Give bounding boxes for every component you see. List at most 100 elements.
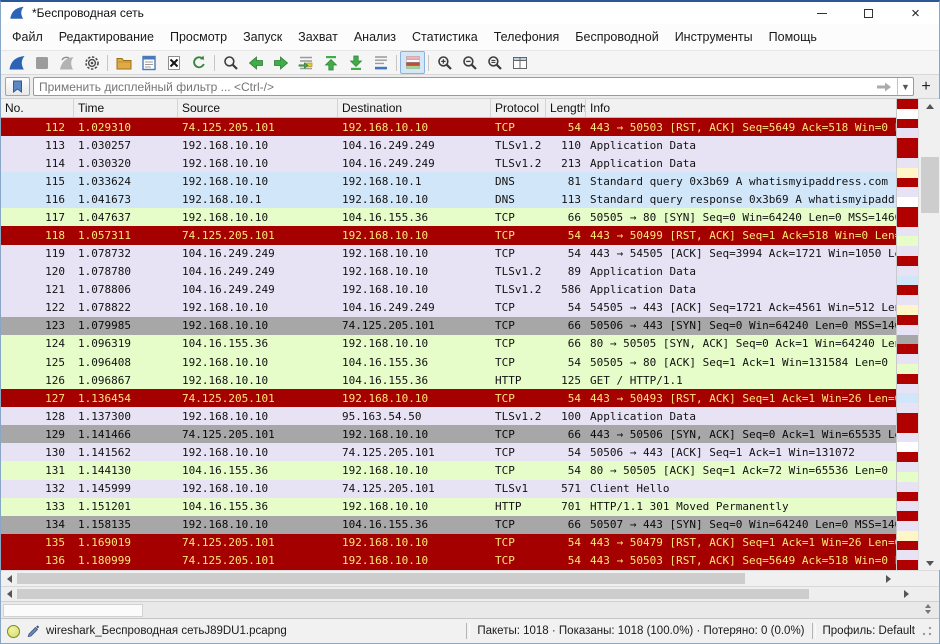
go-forward-button[interactable] (268, 51, 293, 74)
menu-tools[interactable]: Инструменты (667, 26, 761, 48)
menu-wireless[interactable]: Беспроводной (567, 26, 666, 48)
minimize-button[interactable] (798, 2, 845, 24)
packet-row[interactable]: 1241.096319104.16.155.36192.168.10.10TCP… (1, 335, 896, 353)
close-icon: × (911, 6, 920, 21)
packet-row[interactable]: 1321.145999192.168.10.1074.125.205.101TL… (1, 480, 896, 498)
restart-capture-button[interactable] (54, 51, 79, 74)
column-header-protocol[interactable]: Protocol (491, 99, 546, 117)
packet-row[interactable]: 1301.141562192.168.10.1074.125.205.101TC… (1, 443, 896, 461)
menu-capture[interactable]: Захват (290, 26, 346, 48)
resize-columns-button[interactable] (507, 51, 532, 74)
packet-row[interactable]: 1251.096408192.168.10.10104.16.155.36TCP… (1, 353, 896, 371)
horizontal-scrollbar-2[interactable] (1, 586, 939, 601)
horizontal-scroll-thumb-1[interactable] (17, 573, 745, 584)
packet-row[interactable]: 1281.137300192.168.10.1095.163.54.50TLSv… (1, 407, 896, 425)
go-to-packet-button[interactable] (293, 51, 318, 74)
packet-row[interactable]: 1121.02931074.125.205.101192.168.10.10TC… (1, 118, 896, 136)
horizontal-scroll-thumb-2[interactable] (17, 589, 809, 599)
menu-analyze[interactable]: Анализ (346, 26, 404, 48)
scroll-up-button[interactable] (919, 99, 940, 113)
go-back-button[interactable] (243, 51, 268, 74)
packet-row[interactable]: 1221.078822192.168.10.10104.16.249.249TC… (1, 299, 896, 317)
cell-dst: 104.16.155.36 (338, 356, 491, 369)
packet-row[interactable]: 1231.079985192.168.10.1074.125.205.101TC… (1, 317, 896, 335)
column-header-source[interactable]: Source (178, 99, 338, 117)
display-filter-input[interactable] (34, 80, 871, 94)
find-packet-button[interactable] (218, 51, 243, 74)
cell-no: 135 (1, 536, 74, 549)
minimap-stripe (897, 384, 918, 394)
cell-no: 125 (1, 356, 74, 369)
packet-row[interactable]: 1311.144130104.16.155.36192.168.10.10TCP… (1, 461, 896, 479)
colorize-button[interactable] (400, 51, 425, 74)
menu-view[interactable]: Просмотр (162, 26, 235, 48)
maximize-button[interactable] (845, 2, 892, 24)
cell-info: Application Data (586, 283, 896, 296)
column-header-info[interactable]: Info (586, 99, 896, 117)
packet-row[interactable]: 1291.14146674.125.205.101192.168.10.10TC… (1, 425, 896, 443)
scroll-left-button-2[interactable] (1, 587, 17, 601)
menu-statistics[interactable]: Статистика (404, 26, 486, 48)
start-capture-button[interactable] (4, 51, 29, 74)
capture-file-name[interactable]: wireshark_Беспроводная сетьJ89DU1.pcapng (46, 625, 287, 637)
packet-row[interactable]: 1191.078732104.16.249.249192.168.10.10TC… (1, 245, 896, 263)
zoom-normal-button[interactable] (482, 51, 507, 74)
expert-info-icon[interactable] (7, 625, 20, 638)
column-header-length[interactable]: Length (546, 99, 586, 117)
scroll-left-button[interactable] (1, 571, 17, 586)
packet-row[interactable]: 1141.030320192.168.10.10104.16.249.249TL… (1, 154, 896, 172)
packet-table-header: No.TimeSourceDestinationProtocolLengthIn… (1, 99, 896, 118)
packet-row[interactable]: 1361.18099974.125.205.101192.168.10.10TC… (1, 552, 896, 570)
add-filter-button[interactable]: + (917, 77, 935, 96)
capture-options-button[interactable] (79, 51, 104, 74)
packet-row[interactable]: 1131.030257192.168.10.10104.16.249.249TL… (1, 136, 896, 154)
zoom-in-button[interactable] (432, 51, 457, 74)
capture-comment-icon[interactable] (26, 623, 40, 640)
packet-row[interactable]: 1181.05731174.125.205.101192.168.10.10TC… (1, 226, 896, 244)
reload-file-button[interactable] (186, 51, 211, 74)
close-button[interactable]: × (892, 2, 939, 24)
packet-row[interactable]: 1341.158135192.168.10.10104.16.155.36TCP… (1, 516, 896, 534)
go-last-button[interactable] (343, 51, 368, 74)
pane-spin-control[interactable] (925, 604, 931, 614)
scroll-right-button-2[interactable] (898, 587, 914, 601)
packet-row[interactable]: 1351.16901974.125.205.101192.168.10.10TC… (1, 534, 896, 552)
horizontal-scrollbar-1[interactable] (1, 570, 939, 586)
menu-go[interactable]: Запуск (235, 26, 290, 48)
apply-filter-button[interactable] (871, 79, 897, 94)
packet-row[interactable]: 1171.047637192.168.10.10104.16.155.36TCP… (1, 208, 896, 226)
cell-time: 1.078780 (74, 265, 178, 278)
vertical-scrollbar[interactable] (918, 99, 940, 570)
menu-file[interactable]: Файл (4, 26, 51, 48)
auto-scroll-button[interactable] (368, 51, 393, 74)
intelligent-scrollbar[interactable] (896, 99, 918, 570)
resize-grip[interactable] (921, 625, 933, 637)
packet-row[interactable]: 1261.096867192.168.10.10104.16.155.36HTT… (1, 371, 896, 389)
column-header-no[interactable]: No. (1, 99, 74, 117)
packet-row[interactable]: 1331.151201104.16.155.36192.168.10.10HTT… (1, 498, 896, 516)
scroll-down-button[interactable] (919, 556, 940, 570)
menu-telephony[interactable]: Телефония (486, 26, 568, 48)
profile-label[interactable]: Профиль: Default (823, 625, 915, 637)
vertical-scroll-thumb[interactable] (921, 157, 939, 213)
open-file-button[interactable] (111, 51, 136, 74)
packet-row[interactable]: 1271.13645474.125.205.101192.168.10.10TC… (1, 389, 896, 407)
menu-help[interactable]: Помощь (761, 26, 825, 48)
filter-bookmark-button[interactable] (5, 77, 30, 96)
minimap-stripe (897, 128, 918, 138)
zoom-out-button[interactable] (457, 51, 482, 74)
scroll-right-button[interactable] (880, 571, 896, 586)
packet-row[interactable]: 1151.033624192.168.10.10192.168.10.1DNS8… (1, 172, 896, 190)
go-first-button[interactable] (318, 51, 343, 74)
close-file-button[interactable] (161, 51, 186, 74)
column-header-time[interactable]: Time (74, 99, 178, 117)
menu-edit[interactable]: Редактирование (51, 26, 162, 48)
packet-row[interactable]: 1211.078806104.16.249.249192.168.10.10TL… (1, 281, 896, 299)
packet-row[interactable]: 1201.078780104.16.249.249192.168.10.10TL… (1, 263, 896, 281)
save-file-button[interactable] (136, 51, 161, 74)
packet-row[interactable]: 1161.041673192.168.10.1192.168.10.10DNS1… (1, 190, 896, 208)
column-header-destination[interactable]: Destination (338, 99, 491, 117)
stop-capture-button[interactable] (29, 51, 54, 74)
filter-dropdown-button[interactable]: ▼ (897, 78, 913, 95)
cell-no: 112 (1, 121, 74, 134)
